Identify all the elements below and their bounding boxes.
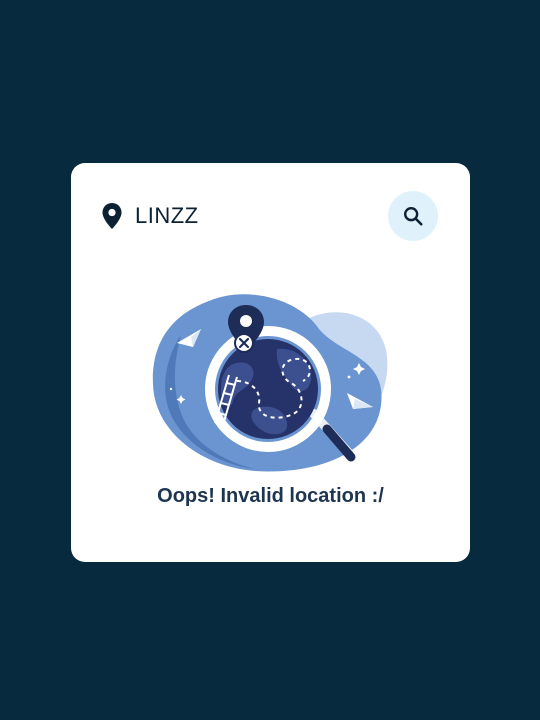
error-message: Oops! Invalid location :/ — [157, 485, 384, 507]
error-x-icon — [234, 333, 254, 353]
not-found-illustration — [152, 294, 388, 472]
search-icon — [404, 207, 423, 226]
search-bar — [101, 191, 438, 241]
search-button[interactable] — [388, 191, 438, 241]
location-input[interactable] — [135, 199, 375, 233]
location-pin-icon — [102, 203, 122, 229]
weather-card: Oops! Invalid location :/ — [71, 163, 470, 562]
